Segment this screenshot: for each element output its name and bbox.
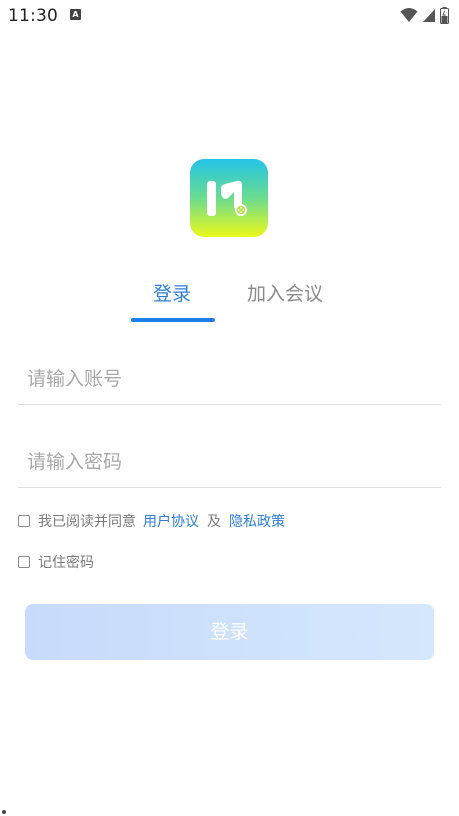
and-text: 及 [207,514,221,530]
user-agreement-link[interactable]: 用户协议 [143,511,199,531]
account-input[interactable] [27,362,427,396]
remember-password-label[interactable]: 记住密码 [38,552,94,572]
login-screen: 11:30 A 登录 加入会议 请输入账号 我已阅读并同意 用户协议 及 隐私政… [0,0,459,816]
a-icon: A [70,9,81,20]
agree-checkbox[interactable] [18,515,30,527]
wifi-icon [400,8,418,22]
battery-icon [440,6,449,24]
tab-login[interactable]: 登录 [153,282,191,306]
signal-icon [423,8,435,22]
status-time: 11:30 [8,6,58,26]
logo-mark-icon [207,180,247,216]
login-button[interactable]: 登录 [25,604,434,660]
agree-text: 我已阅读并同意 [38,514,136,530]
account-field-container [18,354,441,405]
remember-password-checkbox[interactable] [18,556,30,568]
tab-join-meeting[interactable]: 加入会议 [247,282,323,306]
tab-indicator [131,318,215,322]
privacy-policy-link[interactable]: 隐私政策 [229,511,285,531]
corner-dot [2,810,6,814]
status-bar: 11:30 A [0,0,459,34]
remember-password-row: 记住密码 [18,552,94,572]
password-field-container [18,437,441,488]
status-icons [400,6,449,24]
password-input[interactable] [27,445,427,479]
agreement-row: 我已阅读并同意 用户协议 及 隐私政策 [18,511,285,531]
app-logo [190,159,268,237]
